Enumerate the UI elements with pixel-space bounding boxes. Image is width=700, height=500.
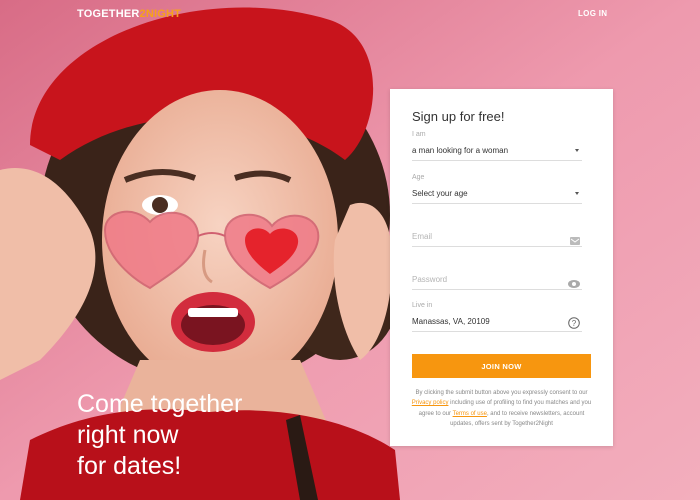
email-icon	[570, 232, 580, 250]
iam-value: a man looking for a woman	[412, 146, 509, 155]
password-input[interactable]: Password	[412, 270, 582, 290]
logo[interactable]: TOGETHER2NIGHT	[77, 8, 181, 20]
help-icon[interactable]: ?	[568, 316, 580, 334]
svg-text:?: ?	[572, 319, 577, 328]
login-link[interactable]: LOG IN	[578, 9, 607, 18]
tagline-line-1: Come together	[77, 390, 243, 418]
age-select[interactable]: Select your age	[412, 184, 582, 204]
logo-main: TOGETHER	[77, 8, 140, 20]
consent-part-1: By clicking the submit button above you …	[415, 390, 588, 396]
password-placeholder: Password	[412, 275, 448, 284]
join-now-button[interactable]: JOIN NOW	[412, 354, 591, 378]
chevron-down-icon	[575, 192, 579, 195]
signup-card: Sign up for free! I am a man looking for…	[390, 89, 613, 446]
email-field[interactable]: Email	[412, 227, 582, 247]
hero-tagline: Come together right now for dates!	[77, 389, 337, 482]
age-field[interactable]: Age Select your age	[412, 174, 582, 204]
email-input[interactable]: Email	[412, 227, 582, 247]
iam-select[interactable]: a man looking for a woman	[412, 141, 582, 161]
livein-input[interactable]: Manassas, VA, 20109 ?	[412, 312, 582, 332]
iam-field[interactable]: I am a man looking for a woman	[412, 131, 582, 161]
livein-label: Live in	[412, 302, 433, 309]
age-label: Age	[412, 174, 425, 181]
password-eye-icon[interactable]	[568, 275, 580, 293]
tagline-line-3: for dates!	[77, 452, 182, 480]
tagline-line-2: right now	[77, 421, 179, 449]
terms-of-use-link[interactable]: Terms of use	[453, 411, 487, 417]
email-placeholder: Email	[412, 232, 433, 241]
age-value: Select your age	[412, 189, 468, 198]
logo-accent: 2NIGHT	[139, 8, 182, 20]
livein-value: Manassas, VA, 20109	[412, 317, 490, 326]
signup-title: Sign up for free!	[412, 109, 505, 124]
livein-field[interactable]: Live in Manassas, VA, 20109 ?	[412, 302, 582, 332]
password-field[interactable]: Password	[412, 270, 582, 290]
iam-label: I am	[412, 131, 426, 138]
consent-text: By clicking the submit button above you …	[408, 388, 595, 429]
privacy-policy-link[interactable]: Privacy policy	[412, 400, 449, 406]
chevron-down-icon	[575, 149, 579, 152]
